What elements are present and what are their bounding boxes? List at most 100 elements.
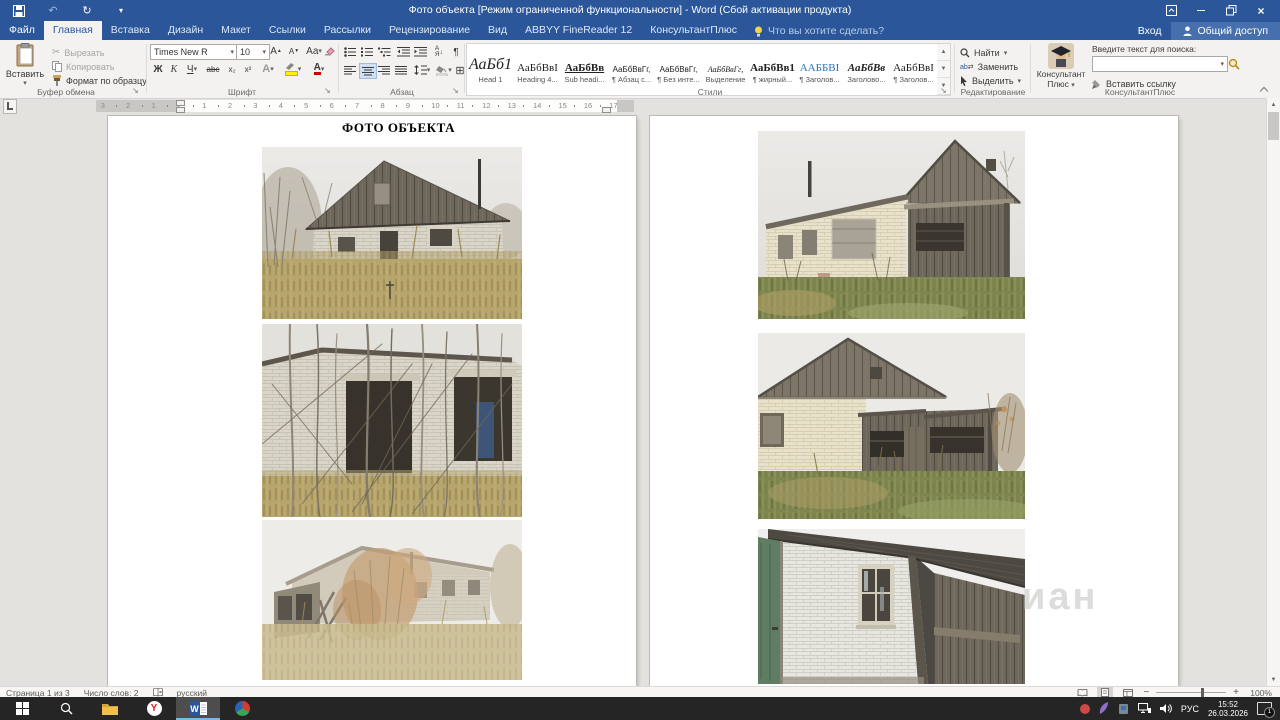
word-taskbar-button[interactable]: W	[176, 697, 220, 720]
hanging-indent-marker[interactable]	[176, 107, 185, 113]
bold-button[interactable]: Ж	[150, 62, 166, 76]
sort-icon[interactable]: А Я ↓	[431, 45, 447, 59]
paste-button[interactable]: Вставить ▾	[4, 43, 46, 87]
document-heading[interactable]: ФОТО ОБЪЕКТА	[180, 120, 617, 136]
copy-button[interactable]: Копировать	[52, 60, 114, 73]
justify-icon[interactable]	[393, 63, 409, 77]
tray-feather-icon[interactable]	[1099, 702, 1109, 715]
minimize-icon[interactable]	[1186, 0, 1216, 21]
file-explorer-button[interactable]	[88, 697, 132, 720]
page-1[interactable]: ФОТО ОБЪЕКТА	[108, 116, 636, 686]
shading-icon[interactable]: ▾	[434, 63, 454, 77]
decrease-indent-icon[interactable]	[395, 45, 411, 59]
collapse-ribbon-icon[interactable]	[1259, 86, 1269, 96]
tell-me-box[interactable]: Что вы хотите сделать?	[746, 25, 892, 40]
change-case-button[interactable]: Аа ▾	[304, 44, 324, 58]
undo-icon[interactable]: ↶	[44, 2, 62, 20]
photo-gable-sheds[interactable]	[758, 333, 1025, 519]
customize-qat-icon[interactable]: ▾	[112, 2, 130, 20]
styles-dialog-launcher-icon[interactable]: ↘	[940, 86, 947, 95]
ribbon-display-options-icon[interactable]	[1156, 0, 1186, 21]
subscript-button[interactable]: x₂	[224, 62, 240, 76]
vertical-scrollbar[interactable]: ▲ ▼	[1266, 98, 1280, 686]
sign-in-button[interactable]: Вход	[1128, 25, 1172, 40]
increase-indent-icon[interactable]	[412, 45, 428, 59]
bullets-icon[interactable]	[342, 45, 358, 59]
word-count[interactable]: Число слов: 2	[84, 688, 139, 698]
find-button[interactable]: Найти ▾	[960, 46, 1007, 59]
zoom-slider[interactable]	[1156, 688, 1227, 697]
underline-button[interactable]: Ч ▾	[182, 62, 202, 76]
tab-макет[interactable]: Макет	[212, 21, 260, 40]
consultant-plus-button[interactable]: Консультант Плюс ▾	[1034, 43, 1088, 89]
text-effects-button[interactable]: А ▾	[260, 62, 276, 76]
font-family-combo[interactable]: Times New R ▾	[150, 44, 238, 60]
yandex-browser-button[interactable]: Y	[132, 697, 176, 720]
select-button[interactable]: Выделить ▾	[960, 74, 1021, 87]
network-icon[interactable]	[1137, 703, 1151, 714]
keyboard-language[interactable]: РУС	[1181, 704, 1199, 714]
restore-icon[interactable]	[1216, 0, 1246, 21]
font-dialog-launcher-icon[interactable]: ↘	[324, 86, 331, 95]
start-button[interactable]	[0, 697, 44, 720]
shrink-font-button[interactable]: А ▼	[286, 44, 302, 58]
photo-house-corner[interactable]	[758, 131, 1025, 319]
paragraph-dialog-launcher-icon[interactable]: ↘	[452, 86, 459, 95]
cut-button[interactable]: ✂ Вырезать	[52, 46, 104, 59]
zoom-level[interactable]: 100%	[1246, 688, 1272, 698]
tab-дизайн[interactable]: Дизайн	[159, 21, 212, 40]
save-icon[interactable]	[10, 2, 28, 20]
styles-scroll-up-icon[interactable]: ▲	[937, 44, 950, 61]
document-canvas[interactable]: ФОТО ОБЪЕКТА иан	[0, 114, 1267, 686]
tab-файл[interactable]: Файл	[0, 21, 44, 40]
align-right-icon[interactable]	[376, 63, 392, 77]
align-left-icon[interactable]	[342, 63, 358, 77]
multilevel-list-icon[interactable]	[376, 45, 392, 59]
scrollbar-thumb[interactable]	[1268, 112, 1279, 140]
consultant-search-go-icon[interactable]	[1226, 57, 1242, 71]
tray-app-icon[interactable]	[1118, 703, 1129, 715]
italic-button[interactable]: К	[166, 62, 182, 76]
clipboard-dialog-launcher-icon[interactable]: ↘	[132, 86, 139, 95]
strikethrough-button[interactable]: abc	[204, 62, 222, 76]
repeat-icon[interactable]: ↻	[78, 2, 96, 20]
action-center-icon[interactable]: 1	[1257, 702, 1275, 718]
first-line-indent-marker[interactable]	[176, 100, 185, 106]
tray-red-app-icon[interactable]	[1079, 703, 1090, 714]
show-marks-icon[interactable]: ¶	[448, 45, 464, 59]
browser-swirl-button[interactable]	[220, 697, 264, 720]
photo-collapsed-shed[interactable]	[262, 520, 522, 680]
font-color-button[interactable]: А ▾	[308, 62, 330, 76]
grow-font-button[interactable]: А ▲	[268, 44, 284, 58]
superscript-button[interactable]: x²	[240, 62, 256, 76]
speaker-icon[interactable]	[1159, 703, 1172, 714]
numbering-icon[interactable]	[359, 45, 375, 59]
highlight-button[interactable]: ▾	[282, 62, 304, 76]
tab-консультантплюс[interactable]: КонсультантПлюс	[641, 21, 746, 40]
replace-button[interactable]: ab⇄ Заменить	[960, 60, 1018, 73]
proofing-icon[interactable]	[152, 688, 163, 697]
page-2[interactable]: иан	[650, 116, 1178, 686]
language-indicator[interactable]: русский	[177, 688, 208, 698]
tab-ссылки[interactable]: Ссылки	[260, 21, 315, 40]
share-button[interactable]: Общий доступ	[1171, 22, 1280, 40]
clear-formatting-icon[interactable]	[324, 44, 336, 58]
styles-scroll-down-icon[interactable]: ▼	[937, 61, 950, 78]
photo-house-front[interactable]	[262, 147, 522, 319]
tab-abbyy-finereader-12[interactable]: ABBYY FineReader 12	[516, 21, 641, 40]
photo-wall-windows[interactable]	[262, 324, 522, 517]
tab-рецензирование[interactable]: Рецензирование	[380, 21, 479, 40]
clock[interactable]: 15:52 26.03.2026	[1208, 700, 1248, 718]
photo-courtyard-wall[interactable]	[758, 529, 1025, 684]
taskbar-search-button[interactable]	[44, 697, 88, 720]
tab-вставка[interactable]: Вставка	[102, 21, 159, 40]
zoom-slider-thumb[interactable]	[1201, 688, 1205, 697]
consultant-search-input[interactable]: ▾	[1092, 56, 1228, 72]
close-icon[interactable]: ×	[1246, 0, 1276, 21]
tab-selector[interactable]	[3, 99, 17, 114]
line-spacing-icon[interactable]: ▾	[412, 63, 432, 77]
tab-главная[interactable]: Главная	[43, 21, 102, 40]
font-size-combo[interactable]: 10 ▾	[236, 44, 270, 60]
tab-вид[interactable]: Вид	[479, 21, 516, 40]
page-indicator[interactable]: Страница 1 из 3	[6, 688, 70, 698]
